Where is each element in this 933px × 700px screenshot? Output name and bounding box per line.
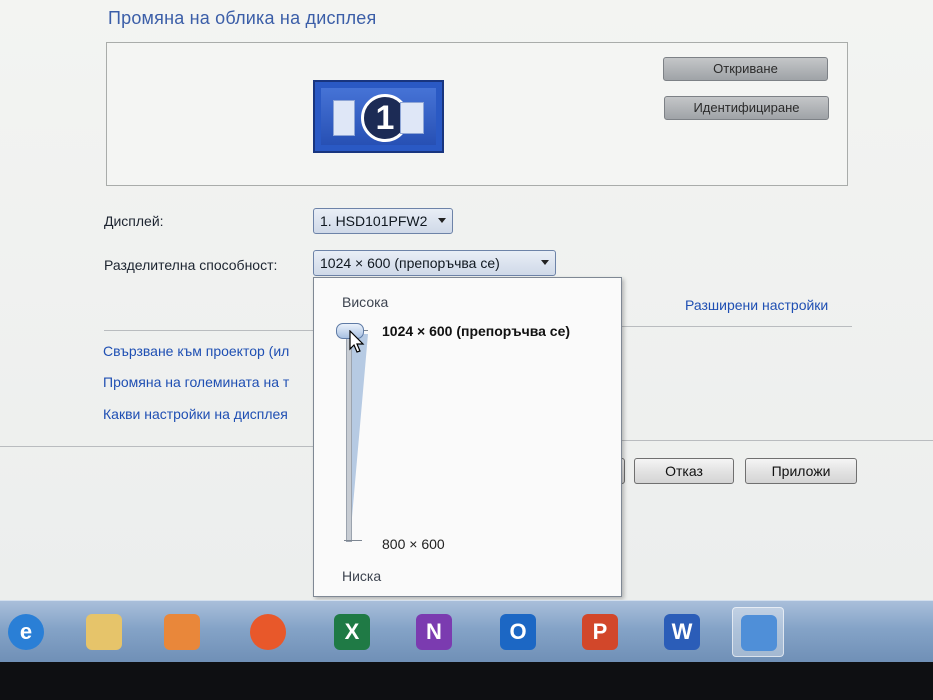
internet-explorer-icon: e <box>8 614 44 650</box>
taskbar-button[interactable]: O <box>492 607 544 657</box>
page-title: Промяна на облика на дисплея <box>108 8 377 28</box>
taskbar-button[interactable]: N <box>408 607 460 657</box>
divider <box>104 330 314 331</box>
divider <box>0 446 314 447</box>
cancel-button[interactable]: Отказ <box>634 458 734 484</box>
slider-tick <box>344 540 362 541</box>
excel-icon: X <box>334 614 370 650</box>
divider <box>622 440 933 441</box>
taskbar-button[interactable]: e <box>0 607 52 657</box>
taskbar-button[interactable]: X <box>326 607 378 657</box>
taskbar-button[interactable] <box>242 607 294 657</box>
divider <box>622 326 852 327</box>
high-resolution-label: Висока <box>342 294 389 310</box>
display-select-value: 1. HSD101PFW2 <box>320 213 428 229</box>
monitor-screen: 1 <box>321 88 436 145</box>
monitor-1-tile[interactable]: 1 <box>313 80 444 153</box>
identify-button[interactable]: Идентифициране <box>664 96 829 120</box>
window-thumbnail <box>400 102 424 134</box>
chevron-down-icon <box>541 260 549 265</box>
low-resolution-label: Ниска <box>342 568 382 584</box>
resolution-select[interactable]: 1024 × 600 (препоръчва се) <box>313 250 556 276</box>
text-size-link[interactable]: Промяна на големината на т <box>103 374 289 390</box>
connect-projector-link[interactable]: Свързване към проектор (ил <box>103 343 289 359</box>
powerpoint-icon: P <box>582 614 618 650</box>
outlook-icon: O <box>500 614 536 650</box>
apply-button[interactable]: Приложи <box>745 458 857 484</box>
control-panel-icon <box>741 615 777 651</box>
chevron-down-icon <box>438 218 446 223</box>
display-label: Дисплей: <box>104 213 164 229</box>
taskbar-button[interactable] <box>732 607 784 657</box>
resolution-slider-track[interactable] <box>346 330 352 542</box>
word-icon: W <box>664 614 700 650</box>
media-player-icon <box>164 614 200 650</box>
file-explorer-icon <box>86 614 122 650</box>
window-thumbnail <box>333 100 355 136</box>
resolution-select-value: 1024 × 600 (препоръчва се) <box>320 255 500 271</box>
slider-range-wedge <box>350 334 368 540</box>
taskbar-button[interactable] <box>78 607 130 657</box>
detect-button[interactable]: Откриване <box>663 57 828 81</box>
mouse-pointer-icon <box>349 330 365 353</box>
firefox-icon <box>250 614 286 650</box>
taskbar-button[interactable]: W <box>656 607 708 657</box>
taskbar-button[interactable]: P <box>574 607 626 657</box>
resolution-dropdown: Висока 1024 × 600 (препоръчва се) 800 × … <box>313 277 622 597</box>
resolution-option-1024x600[interactable]: 1024 × 600 (препоръчва се) <box>382 323 570 339</box>
resolution-label: Разделителна способност: <box>104 257 278 273</box>
advanced-settings-link[interactable]: Разширени настройки <box>685 297 828 313</box>
screen-bezel <box>0 662 933 700</box>
display-select[interactable]: 1. HSD101PFW2 <box>313 208 453 234</box>
onenote-icon: N <box>416 614 452 650</box>
resolution-option-800x600[interactable]: 800 × 600 <box>382 536 445 552</box>
taskbar: eXNOPW <box>0 600 933 663</box>
display-settings-help-link[interactable]: Какви настройки на дисплея <box>103 406 288 422</box>
taskbar-button[interactable] <box>156 607 208 657</box>
